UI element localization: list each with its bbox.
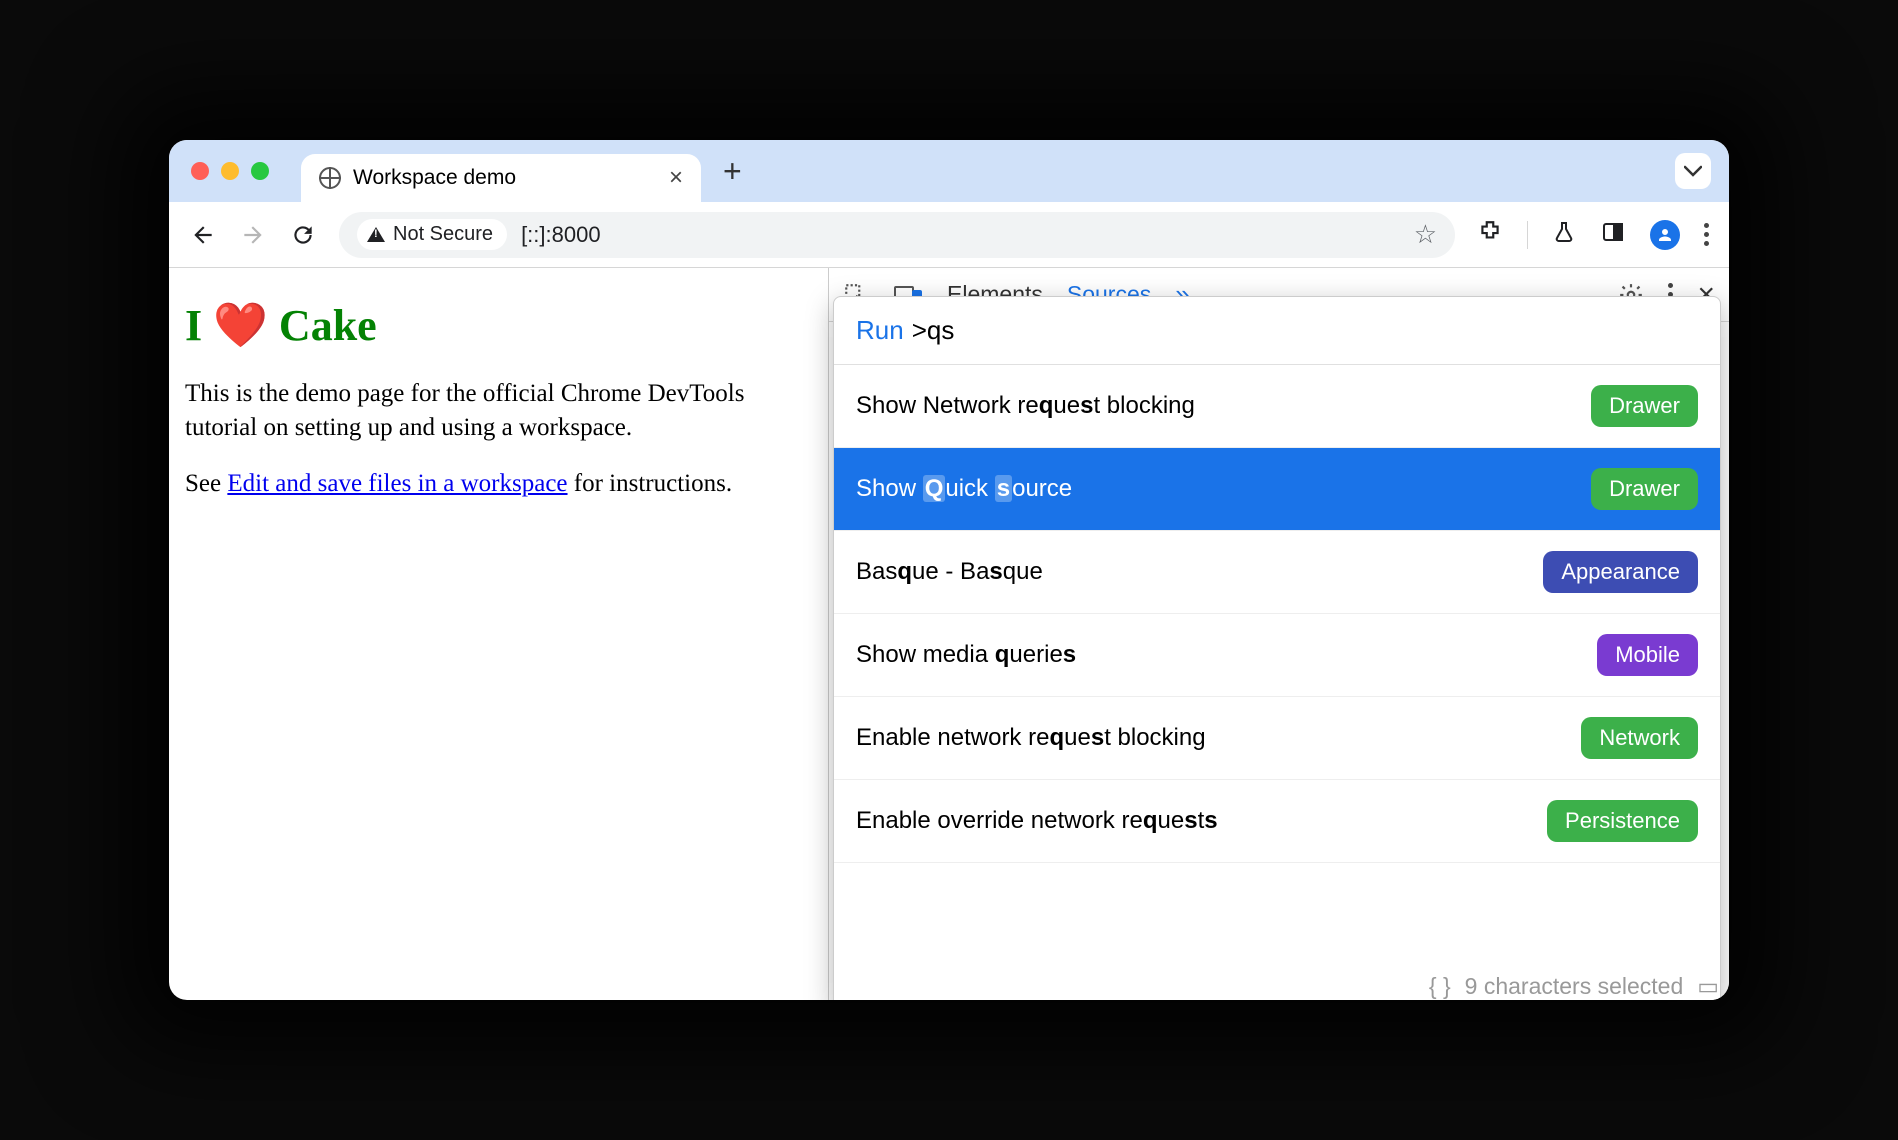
command-item-badge: Drawer: [1591, 385, 1698, 427]
command-item-badge: Drawer: [1591, 468, 1698, 510]
command-item-label: Enable network request blocking: [856, 724, 1206, 752]
minimize-window-button[interactable]: [221, 162, 239, 180]
page-heading: I ❤️ Cake: [185, 296, 812, 355]
page-paragraph-1: This is the demo page for the official C…: [185, 377, 812, 445]
reload-button[interactable]: [289, 221, 317, 249]
command-item-label: Enable override network requests: [856, 807, 1218, 835]
url-text: [::]:8000: [521, 222, 601, 248]
tab-overflow-button[interactable]: [1675, 153, 1711, 189]
forward-button[interactable]: [239, 221, 267, 249]
command-item[interactable]: Enable network request blocking Network: [834, 697, 1720, 780]
brackets-icon[interactable]: { }: [1429, 973, 1451, 1000]
command-item-label: Basque - Basque: [856, 558, 1043, 586]
command-item-badge: Persistence: [1547, 800, 1698, 842]
command-item[interactable]: Show Network request blocking Drawer: [834, 365, 1720, 448]
command-menu: Run >qs Show Network request blocking Dra…: [833, 296, 1721, 1000]
tab-close-icon[interactable]: ×: [669, 164, 683, 192]
command-item-label: Show Quick source: [856, 475, 1072, 503]
window-controls: [191, 162, 269, 180]
command-input[interactable]: Run >qs: [834, 297, 1720, 365]
command-item-label: Show Network request blocking: [856, 392, 1195, 420]
command-item-badge: Mobile: [1597, 634, 1698, 676]
browser-window: Workspace demo × + Not Secure [::]:8000 …: [169, 140, 1729, 1000]
new-tab-button[interactable]: +: [705, 153, 760, 190]
status-bar: { } 9 characters selected ▭: [1429, 964, 1719, 1000]
address-bar: Not Secure [::]:8000 ☆: [169, 202, 1729, 268]
extensions-icon[interactable]: [1477, 219, 1503, 251]
bookmark-star-icon[interactable]: ☆: [1414, 219, 1437, 250]
omnibox[interactable]: Not Secure [::]:8000 ☆: [339, 212, 1455, 258]
labs-icon[interactable]: [1552, 219, 1576, 251]
command-item-label: Show media queries: [856, 641, 1076, 669]
devtools-panel: Elements Sources » × Run >qs Show Networ…: [829, 268, 1729, 1000]
security-chip[interactable]: Not Secure: [357, 219, 507, 250]
command-item[interactable]: Show Quick source Drawer: [834, 448, 1720, 531]
rendered-page: I ❤️ Cake This is the demo page for the …: [169, 268, 829, 1000]
maximize-window-button[interactable]: [251, 162, 269, 180]
content-area: I ❤️ Cake This is the demo page for the …: [169, 268, 1729, 1000]
workspace-tutorial-link[interactable]: Edit and save files in a workspace: [227, 470, 567, 497]
command-item-badge: Appearance: [1543, 551, 1698, 593]
page-paragraph-2: See Edit and save files in a workspace f…: [185, 467, 812, 501]
close-window-button[interactable]: [191, 162, 209, 180]
command-list: Show Network request blockingDrawerShow …: [834, 365, 1720, 1000]
warning-icon: [367, 227, 385, 242]
side-panel-icon[interactable]: [1600, 220, 1626, 250]
toolbar-icons: [1477, 219, 1709, 251]
command-item[interactable]: Basque - Basque Appearance: [834, 531, 1720, 614]
command-item-badge: Network: [1581, 717, 1698, 759]
status-text: 9 characters selected: [1465, 973, 1684, 1000]
run-label: Run: [856, 315, 904, 346]
not-secure-label: Not Secure: [393, 223, 493, 246]
panel-layout-icon[interactable]: ▭: [1697, 973, 1719, 1000]
browser-tab[interactable]: Workspace demo ×: [301, 154, 701, 202]
toolbar-separator: [1527, 221, 1528, 249]
back-button[interactable]: [189, 221, 217, 249]
command-item[interactable]: Enable override network requests Persiste…: [834, 780, 1720, 863]
command-item[interactable]: Show media queries Mobile: [834, 614, 1720, 697]
command-query: >qs: [912, 315, 955, 346]
profile-avatar[interactable]: [1650, 220, 1680, 250]
globe-icon: [319, 167, 341, 189]
browser-menu-icon[interactable]: [1704, 223, 1709, 246]
tab-title: Workspace demo: [353, 166, 516, 190]
tab-strip: Workspace demo × +: [169, 140, 1729, 202]
